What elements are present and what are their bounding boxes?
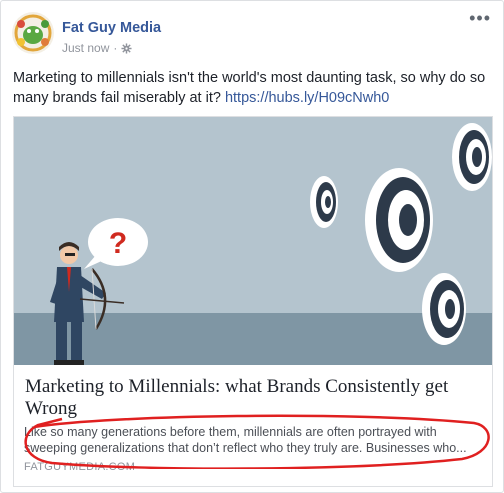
separator-dot: · — [113, 41, 118, 55]
link-description-line1: Like so many generations before them, mi… — [24, 425, 437, 439]
post-message: Marketing to millennials isn't the world… — [13, 68, 493, 108]
link-description: Like so many generations before them, mi… — [24, 424, 479, 456]
target-icon — [365, 168, 433, 272]
page-name-link[interactable]: Fat Guy Media — [62, 20, 161, 36]
post-timestamp[interactable]: Just now — [62, 41, 109, 55]
link-description-line2: sweeping generalizations that don’t refl… — [24, 441, 467, 455]
more-options-button[interactable]: ••• — [469, 9, 491, 27]
link-title[interactable]: Marketing to Millennials: what Brands Co… — [25, 376, 485, 420]
post-link[interactable]: https://hubs.ly/H09cNwh0 — [225, 90, 389, 106]
target-icon — [422, 273, 466, 345]
ellipsis-icon: ••• — [469, 8, 491, 28]
post-meta: Just now · — [62, 41, 132, 55]
fat-guy-media-logo — [12, 12, 54, 54]
post-card: Fat Guy Media Just now · ••• Marketing t… — [0, 0, 504, 493]
target-icon — [452, 123, 492, 191]
link-preview[interactable]: ? Marketing to Millennials: what Brands … — [13, 116, 493, 487]
target-icon — [310, 176, 338, 228]
link-domain: FATGUYMEDIA.COM — [24, 461, 136, 473]
question-mark: ? — [109, 227, 127, 260]
link-preview-image[interactable]: ? — [14, 117, 492, 365]
page-avatar[interactable] — [12, 12, 54, 54]
globe-gear-icon[interactable] — [121, 42, 132, 54]
